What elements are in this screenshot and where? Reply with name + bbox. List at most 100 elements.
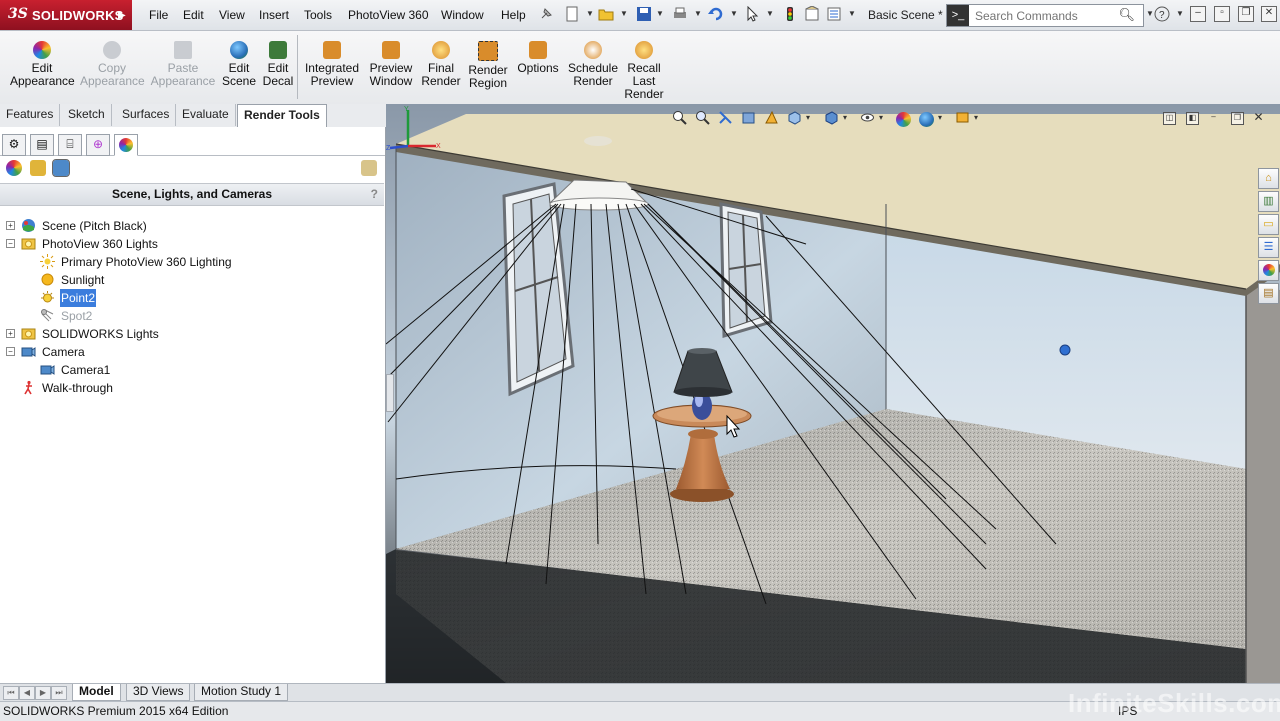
menu-window[interactable]: Window xyxy=(441,8,484,22)
tree-item-walk-through[interactable]: Walk-through xyxy=(6,379,366,397)
recall-last-render-button[interactable]: Recall Last Render xyxy=(622,41,666,101)
panel-help-icon[interactable]: ? xyxy=(371,184,378,204)
hide-show-dropdown-icon[interactable]: ▾ xyxy=(879,113,883,122)
edit-appearance-icon[interactable] xyxy=(896,112,911,127)
options-icon[interactable] xyxy=(826,6,842,22)
view-appearances-icon[interactable] xyxy=(6,160,22,176)
viewport-split-icon[interactable]: ◫ xyxy=(1163,112,1176,125)
feature-manager-tab-icon[interactable]: ⚙ xyxy=(2,134,26,156)
view-orientation-icon[interactable] xyxy=(787,110,802,125)
previous-view-icon[interactable] xyxy=(718,110,733,125)
view-settings-icon[interactable] xyxy=(955,110,970,125)
options-dropdown-icon[interactable]: ▼ xyxy=(848,9,856,18)
tree-item-photoview-lights[interactable]: − PhotoView 360 Lights xyxy=(6,235,366,253)
viewport-restore-icon[interactable]: ❐ xyxy=(1231,112,1244,125)
select-dropdown-icon[interactable]: ▼ xyxy=(766,9,774,18)
apply-scene-icon[interactable] xyxy=(919,112,934,127)
new-document-icon[interactable] xyxy=(564,6,580,22)
view-orientation-dropdown-icon[interactable]: ▾ xyxy=(806,113,810,122)
zoom-to-area-icon[interactable] xyxy=(695,110,710,125)
search-input[interactable] xyxy=(973,7,1117,24)
tree-item-scene[interactable]: + Scene (Pitch Black) xyxy=(6,217,366,235)
tree-item-primary-lighting[interactable]: Primary PhotoView 360 Lighting xyxy=(40,253,370,271)
paste-appearance-button[interactable]: Paste Appearance xyxy=(150,41,216,88)
property-manager-tab-icon[interactable]: ▤ xyxy=(30,134,54,156)
appearances-scenes-decals-icon[interactable] xyxy=(1258,260,1279,281)
solidworks-logo[interactable]: 3S SOLIDWORKS ▶ xyxy=(0,0,132,30)
tab-surfaces[interactable]: Surfaces xyxy=(116,104,177,126)
rebuild-icon[interactable] xyxy=(782,6,798,22)
menu-photoview-360[interactable]: PhotoView 360 xyxy=(348,8,429,22)
tree-item-camera1[interactable]: Camera1 xyxy=(40,361,370,379)
first-tab-icon[interactable]: ⏮ xyxy=(3,686,19,700)
zoom-to-fit-icon[interactable] xyxy=(672,110,687,125)
tab-motion-study-1[interactable]: Motion Study 1 xyxy=(194,684,289,701)
viewport-minimize-icon[interactable]: – xyxy=(1208,112,1219,123)
tree-item-spot2[interactable]: Spot2 xyxy=(40,307,370,325)
menu-tools[interactable]: Tools xyxy=(304,8,332,22)
menu-edit[interactable]: Edit xyxy=(183,8,204,22)
save-dropdown-icon[interactable]: ▼ xyxy=(656,9,664,18)
search-dropdown-icon[interactable]: ▼ xyxy=(1146,9,1154,18)
viewport-close-icon[interactable]: ✕ xyxy=(1253,111,1264,123)
view-palette-icon[interactable]: ☰ xyxy=(1258,237,1279,258)
search-commands[interactable]: >_ 🔍︎ xyxy=(946,4,1144,27)
minimize-icon[interactable]: – xyxy=(1190,6,1206,22)
expand-icon[interactable]: + xyxy=(6,329,15,338)
collapse-icon[interactable]: − xyxy=(6,347,15,356)
edit-decal-button[interactable]: Edit Decal xyxy=(260,41,296,88)
last-tab-icon[interactable]: ⏭ xyxy=(51,686,67,700)
tab-evaluate[interactable]: Evaluate xyxy=(176,104,236,126)
tab-features[interactable]: Features xyxy=(0,104,61,126)
menu-view[interactable]: View xyxy=(219,8,245,22)
edit-appearance-button[interactable]: Edit Appearance xyxy=(10,41,75,88)
section-view-icon[interactable] xyxy=(741,110,756,125)
custom-properties-icon[interactable]: ▤ xyxy=(1258,283,1279,304)
pin-icon[interactable] xyxy=(538,6,554,22)
save-icon[interactable] xyxy=(636,6,652,22)
prev-tab-icon[interactable]: ◀ xyxy=(19,686,35,700)
select-arrow-icon[interactable] xyxy=(744,6,760,22)
menu-insert[interactable]: Insert xyxy=(259,8,289,22)
integrated-preview-button[interactable]: Integrated Preview xyxy=(302,41,362,88)
view-scene-lights-cameras-icon[interactable] xyxy=(52,159,70,177)
open-folder-icon[interactable] xyxy=(598,6,614,22)
open-dropdown-icon[interactable]: ▼ xyxy=(620,9,628,18)
tab-3d-views[interactable]: 3D Views xyxy=(126,684,191,701)
schedule-render-button[interactable]: Schedule Render xyxy=(566,41,620,88)
tab-model[interactable]: Model xyxy=(72,684,121,701)
collapse-icon[interactable]: − xyxy=(6,239,15,248)
scene-name[interactable]: Basic Scene * xyxy=(868,8,943,22)
viewport-link-icon[interactable]: ◧ xyxy=(1186,112,1199,125)
panel-splitter-handle[interactable] xyxy=(386,374,394,412)
apply-scene-dropdown-icon[interactable]: ▾ xyxy=(938,113,942,122)
dynamic-annotation-icon[interactable] xyxy=(764,110,779,125)
print-icon[interactable] xyxy=(672,6,688,22)
help-icon[interactable]: ? xyxy=(1154,6,1170,22)
point-light-marker[interactable] xyxy=(1059,344,1071,356)
tab-sketch[interactable]: Sketch xyxy=(62,104,112,126)
undo-dropdown-icon[interactable]: ▼ xyxy=(730,9,738,18)
tree-item-sunlight[interactable]: Sunlight xyxy=(40,271,370,289)
graphics-area[interactable]: ▾ ▾ ▾ ▾ ▾ ◫ ◧ – ❐ ✕ ⌂ ▥ ▭ ☰ ▤ Y X Z xyxy=(386,104,1280,683)
copy-appearance-button[interactable]: Copy Appearance xyxy=(80,41,145,88)
design-library-icon[interactable]: ▥ xyxy=(1258,191,1279,212)
options-button[interactable]: Options xyxy=(514,41,562,75)
next-tab-icon[interactable]: ▶ xyxy=(35,686,51,700)
hide-show-items-icon[interactable] xyxy=(860,110,875,125)
help-dropdown-icon[interactable]: ▼ xyxy=(1176,9,1184,18)
dimxpert-tab-icon[interactable]: ⊕ xyxy=(86,134,110,156)
search-icon[interactable]: 🔍︎ xyxy=(1118,7,1135,23)
tree-item-point2[interactable]: Point2 xyxy=(40,289,370,307)
display-manager-options-icon[interactable] xyxy=(361,160,377,176)
menu-file[interactable]: File xyxy=(149,8,168,22)
expand-icon[interactable]: + xyxy=(6,221,15,230)
undo-icon[interactable] xyxy=(708,6,724,22)
new-dropdown-icon[interactable]: ▼ xyxy=(586,9,594,18)
file-explorer-icon[interactable]: ▭ xyxy=(1258,214,1279,235)
preview-window-button[interactable]: Preview Window xyxy=(366,41,416,88)
display-manager-tab-icon[interactable] xyxy=(114,134,138,156)
view-decals-icon[interactable] xyxy=(30,160,46,176)
file-properties-icon[interactable] xyxy=(804,6,820,22)
configuration-manager-tab-icon[interactable]: ⌸ xyxy=(58,134,82,156)
